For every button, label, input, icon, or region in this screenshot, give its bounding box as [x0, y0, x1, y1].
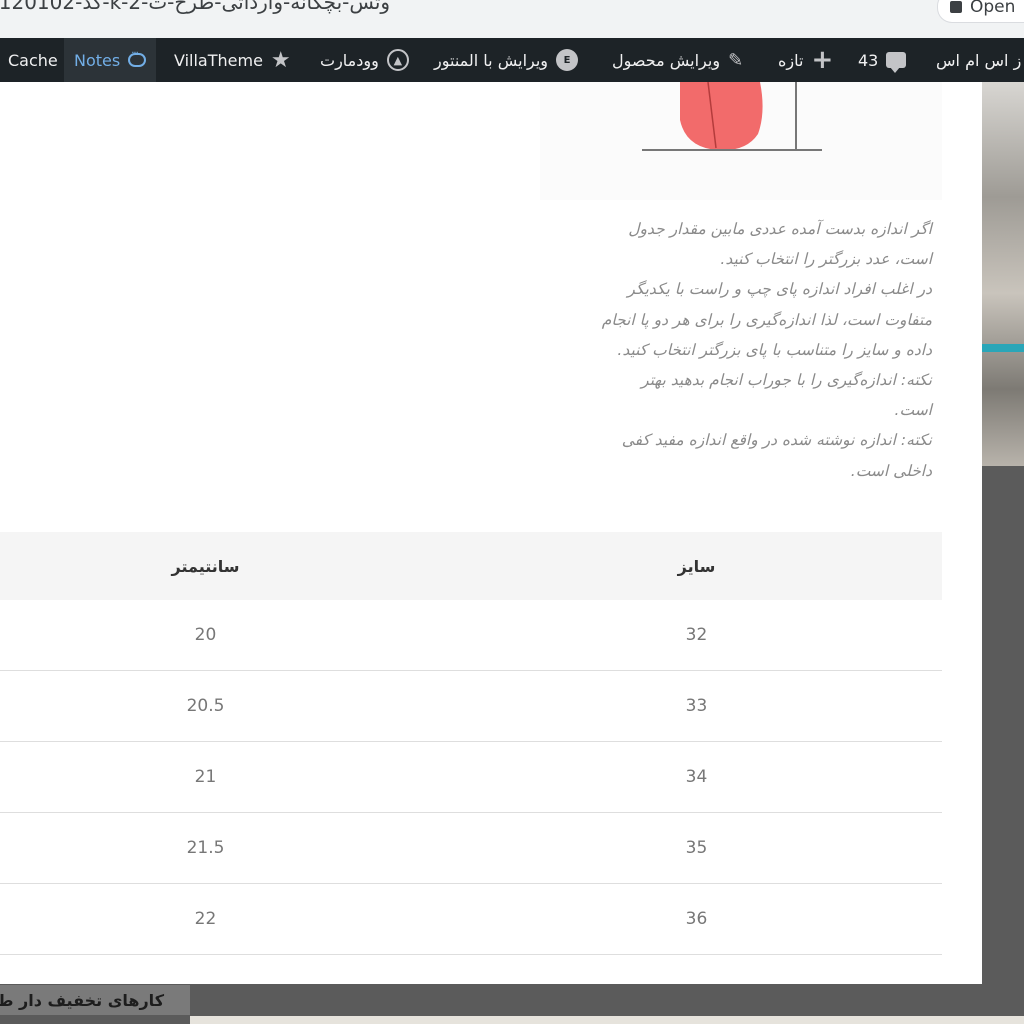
background-product-photo: [982, 82, 1024, 466]
admin-bar-notes[interactable]: Notes: [64, 38, 157, 82]
elementor-label: ویرایش با المنتور: [434, 50, 549, 70]
open-app-icon: [950, 1, 962, 13]
star-icon: ★: [270, 47, 291, 73]
cm-cell: 22: [0, 883, 451, 955]
new-label: تازه: [778, 50, 804, 70]
table-row: 35 21.5: [0, 812, 942, 884]
cm-cell: 21.5: [0, 812, 451, 884]
cache-label: Cache: [8, 50, 58, 70]
cm-cell: 20.5: [0, 670, 451, 742]
discount-products-link[interactable]: کارهای تخفیف دار ط: [0, 985, 190, 1015]
cm-cell: 21: [0, 741, 451, 813]
comment-icon: [886, 52, 907, 73]
description-line: است، عدد بزرگتر را انتخاب کنید.: [720, 250, 932, 269]
description-line: است.: [894, 401, 932, 420]
admin-bar-comments[interactable]: 43: [858, 38, 907, 82]
elementor-icon: E: [556, 49, 579, 71]
page-edge: [190, 1016, 1024, 1024]
table-row: 32 20: [0, 600, 942, 671]
description-line: در اغلب افراد اندازه پای چپ و راست با یک…: [627, 280, 932, 299]
size-cell: 34: [451, 741, 942, 813]
modal-backdrop-right[interactable]: [982, 466, 1024, 984]
admin-bar-villatheme[interactable]: VillaTheme ★: [174, 38, 291, 82]
size-cell: 35: [451, 812, 942, 884]
admin-bar-site-name[interactable]: ز اس ام اس: [936, 38, 1021, 82]
notes-label: Notes: [74, 50, 121, 70]
comments-count: 43: [858, 50, 879, 70]
description-line: داخلی است.: [850, 461, 932, 480]
pencil-icon: ✎: [728, 49, 744, 71]
photo-detail: [982, 344, 1024, 352]
column-header-cm: سانتیمتر: [0, 532, 451, 600]
wp-admin-bar: Cache Notes VillaTheme ★ وودمارت ▲ ویرای…: [0, 38, 1024, 82]
table-row: 33 20.5: [0, 670, 942, 742]
foot-shape: [680, 82, 763, 151]
description-line: متفاوت است، لذا اندازه‌گیری را برای هر د…: [601, 310, 932, 329]
notes-bubble-icon: [128, 48, 147, 67]
table-header-row: سایز سانتیمتر: [0, 532, 942, 600]
foot-measure-image: [642, 81, 822, 151]
description-line: نکته: اندازه نوشته شده در واقع اندازه مف…: [621, 431, 932, 450]
size-cell: 32: [451, 600, 942, 671]
site-label: ز اس ام اس: [936, 50, 1022, 70]
size-cell: 33: [451, 670, 942, 742]
description-line: اگر اندازه بدست آمده عددی مابین مقدار جد…: [628, 220, 932, 238]
woodmart-label: وودمارت: [320, 50, 379, 70]
open-button[interactable]: Open: [938, 0, 1024, 22]
woodmart-logo-icon: ▲: [386, 49, 409, 71]
admin-bar-new[interactable]: تازه +: [778, 38, 833, 82]
admin-bar-cache[interactable]: Cache: [0, 38, 58, 82]
admin-bar-edit-product[interactable]: ویرایش محصول ✎: [612, 38, 743, 82]
foot-measurement-illustration: [540, 81, 942, 200]
open-button-label: Open: [970, 0, 1016, 17]
table-row: 36 22: [0, 883, 942, 955]
description-line: نکته: اندازه‌گیری را با جوراب انجام بدهی…: [641, 371, 932, 390]
discount-label: کارهای تخفیف دار ط: [0, 990, 164, 1010]
browser-url-bar: /کد-120102-k-2-وتس-بچگانه-وارداتی-طرح-ت …: [0, 0, 1024, 38]
url-text[interactable]: /کد-120102-k-2-وتس-بچگانه-وارداتی-طرح-ت: [0, 0, 390, 14]
description-line: داده و سایز را متناسب با پای بزرگتر انتخ…: [617, 340, 932, 359]
plus-icon: +: [811, 45, 834, 75]
size-table: سایز سانتیمتر 32 20 33 20.5 34 21 35 21.…: [0, 532, 942, 955]
size-guide-description: اگر اندازه بدست آمده عددی مابین مقدار جد…: [520, 214, 932, 486]
edit-product-label: ویرایش محصول: [612, 50, 721, 70]
size-guide-modal: اگر اندازه بدست آمده عددی مابین مقدار جد…: [0, 81, 982, 984]
table-row: 34 21: [0, 741, 942, 813]
villatheme-label: VillaTheme: [174, 50, 263, 70]
cm-cell: 20: [0, 600, 451, 671]
admin-bar-elementor[interactable]: ویرایش با المنتور E: [434, 38, 579, 82]
size-cell: 36: [451, 883, 942, 955]
column-header-size: سایز: [451, 532, 942, 600]
admin-bar-woodmart[interactable]: وودمارت ▲: [320, 38, 409, 82]
